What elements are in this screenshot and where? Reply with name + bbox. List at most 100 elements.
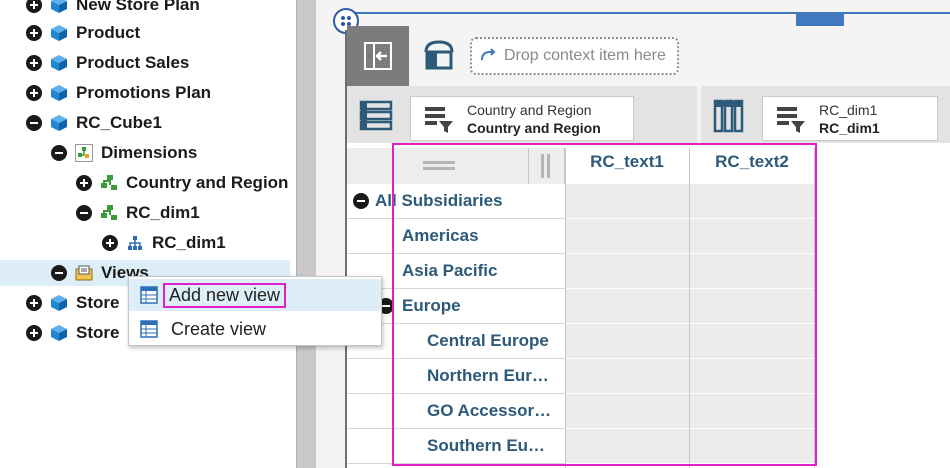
column-divider bbox=[689, 148, 690, 468]
layout-icon[interactable] bbox=[422, 38, 456, 72]
expand-icon[interactable] bbox=[26, 295, 42, 311]
cube-icon bbox=[50, 0, 68, 14]
tree-item-label: Product Sales bbox=[76, 53, 190, 72]
columns-edge-icon[interactable] bbox=[712, 99, 746, 133]
data-row[interactable] bbox=[565, 359, 815, 394]
collapse-icon[interactable] bbox=[51, 265, 67, 281]
columns-hierarchy-name: RC_dim1 bbox=[819, 119, 880, 136]
row-member-label: All Subsidiaries bbox=[375, 191, 503, 210]
set-filter-icon bbox=[777, 106, 805, 133]
dimension-icon bbox=[100, 174, 118, 192]
view-icon bbox=[139, 285, 159, 305]
tree-item-label: RC_dim1 bbox=[152, 233, 226, 252]
drop-placeholder: Drop context item here bbox=[504, 47, 666, 64]
tree-item-label: Dimensions bbox=[101, 143, 198, 162]
collapse-icon[interactable] bbox=[76, 205, 92, 221]
rows-edge-icon[interactable] bbox=[359, 99, 393, 133]
tree-item-product[interactable]: Product bbox=[26, 20, 140, 46]
data-row[interactable] bbox=[565, 324, 815, 359]
tree-item-label: New Store Plan bbox=[76, 0, 200, 14]
cube-icon bbox=[50, 114, 68, 132]
row-northern-europe[interactable]: Northern Eur… bbox=[347, 359, 565, 394]
dimension-icon bbox=[100, 204, 118, 222]
expand-icon[interactable] bbox=[26, 85, 42, 101]
context-drop-zone[interactable]: Drop context item here bbox=[470, 37, 679, 75]
row-header-drag-area[interactable] bbox=[347, 148, 529, 184]
row-member-label: Americas bbox=[402, 226, 479, 245]
view-icon bbox=[139, 319, 159, 339]
data-row[interactable] bbox=[565, 184, 815, 219]
drag-handle-horizontal-icon bbox=[423, 161, 455, 170]
tree-item-rc-dim1-hierarchy[interactable]: RC_dim1 bbox=[102, 230, 226, 256]
dimensions-folder-icon bbox=[75, 144, 93, 162]
collapse-icon[interactable] bbox=[353, 193, 369, 209]
tree-item-new-store-plan[interactable]: New Store Plan bbox=[26, 0, 200, 18]
tree-item-label: Product bbox=[76, 23, 141, 42]
redo-arrow-icon bbox=[478, 46, 498, 66]
collapse-panel-button[interactable] bbox=[347, 26, 409, 86]
collapse-icon[interactable] bbox=[26, 115, 42, 131]
column-header-rc-text2[interactable]: RC_text2 bbox=[690, 148, 814, 184]
tree-scrollbar[interactable] bbox=[296, 0, 316, 468]
tree-item-label: Store bbox=[76, 323, 120, 342]
row-member-label: Europe bbox=[402, 296, 461, 315]
row-member-label: Asia Pacific bbox=[402, 261, 498, 280]
rows-hierarchy-name: Country and Region bbox=[467, 119, 601, 136]
columns-dimension-card[interactable]: RC_dim1 RC_dim1 bbox=[762, 96, 938, 141]
tree-item-store[interactable]: Store bbox=[26, 290, 119, 316]
tab-strip-line bbox=[345, 12, 950, 14]
splitter[interactable] bbox=[316, 0, 328, 468]
column-header-rc-text1[interactable]: RC_text1 bbox=[565, 148, 689, 184]
row-go-accessories[interactable]: GO Accessor… bbox=[347, 394, 565, 429]
tree-item-label: Promotions Plan bbox=[76, 83, 212, 102]
edge-separator bbox=[697, 86, 701, 143]
column-header-drag-area[interactable] bbox=[529, 148, 565, 184]
expand-icon[interactable] bbox=[26, 0, 42, 13]
row-all-subsidiaries[interactable]: All Subsidiaries bbox=[347, 184, 565, 219]
cube-icon bbox=[50, 324, 68, 342]
tree-item-store-2[interactable]: Store bbox=[26, 320, 119, 346]
tree-item-product-sales[interactable]: Product Sales bbox=[26, 50, 189, 76]
tree-item-rc-dim1[interactable]: RC_dim1 bbox=[76, 200, 200, 226]
rows-dimension-name: Country and Region bbox=[467, 101, 592, 118]
tree-item-label: RC_dim1 bbox=[126, 203, 200, 222]
data-row[interactable] bbox=[565, 429, 815, 464]
menu-item-add-new-view[interactable]: Add new view bbox=[129, 279, 381, 311]
data-row[interactable] bbox=[565, 219, 815, 254]
tree-item-label: Store bbox=[76, 293, 120, 312]
data-row[interactable] bbox=[565, 289, 815, 324]
tree-item-label: Country and Region bbox=[126, 173, 289, 192]
tree-item-country-and-region[interactable]: Country and Region bbox=[76, 170, 288, 196]
row-americas[interactable]: Americas bbox=[347, 219, 565, 254]
expand-icon[interactable] bbox=[76, 175, 92, 191]
expand-icon[interactable] bbox=[102, 235, 118, 251]
collapse-icon[interactable] bbox=[51, 145, 67, 161]
expand-icon[interactable] bbox=[26, 55, 42, 71]
column-divider bbox=[565, 148, 566, 468]
menu-item-label: Create view bbox=[171, 318, 267, 339]
row-member-label: Central Europe bbox=[427, 331, 549, 350]
expand-icon[interactable] bbox=[26, 25, 42, 41]
cube-icon bbox=[50, 294, 68, 312]
tree-item-rc-cube1[interactable]: RC_Cube1 bbox=[26, 110, 162, 136]
data-row[interactable] bbox=[565, 394, 815, 429]
context-menu: Add new view Create view bbox=[128, 276, 382, 346]
expand-icon[interactable] bbox=[26, 325, 42, 341]
menu-item-create-view[interactable]: Create view bbox=[129, 313, 381, 345]
data-row[interactable] bbox=[565, 254, 815, 289]
cube-icon bbox=[50, 84, 68, 102]
tree-item-promotions-plan[interactable]: Promotions Plan bbox=[26, 80, 211, 106]
rows-dimension-card[interactable]: Country and Region Country and Region bbox=[410, 96, 634, 141]
cube-tree: New Store Plan Product Product Sales Pro… bbox=[0, 0, 296, 468]
columns-dimension-name: RC_dim1 bbox=[819, 101, 878, 118]
tree-item-dimensions[interactable]: Dimensions bbox=[51, 140, 197, 166]
column-divider bbox=[814, 148, 815, 468]
tree-item-label: RC_Cube1 bbox=[76, 113, 162, 132]
hierarchy-icon bbox=[126, 234, 144, 252]
cube-icon bbox=[50, 24, 68, 42]
views-folder-icon bbox=[75, 264, 93, 282]
set-filter-icon bbox=[425, 106, 453, 133]
row-member-label: Southern Eu… bbox=[427, 436, 546, 455]
row-southern-europe[interactable]: Southern Eu… bbox=[347, 429, 565, 464]
row-member-label: Northern Eur… bbox=[427, 366, 549, 385]
